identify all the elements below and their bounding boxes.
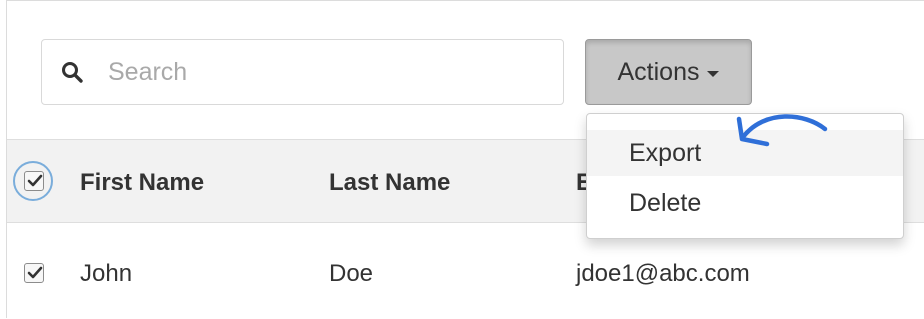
search-box[interactable] — [41, 39, 564, 105]
search-input[interactable] — [106, 54, 546, 90]
select-all-checkbox[interactable] — [24, 171, 44, 191]
row-checkbox[interactable] — [24, 263, 44, 283]
cell-last-name: Doe — [329, 260, 374, 287]
menu-item-delete[interactable]: Delete — [587, 180, 903, 226]
column-header-last-name[interactable]: Last Name — [329, 169, 450, 197]
menu-item-export[interactable]: Export — [587, 130, 903, 176]
actions-button-label: Actions — [617, 57, 700, 86]
checkmark-icon — [27, 266, 43, 279]
data-grid-panel: Actions First Name Last Name E John Doe … — [6, 0, 924, 318]
cell-email: jdoe1@abc.com — [576, 260, 750, 287]
column-header-first-name[interactable]: First Name — [80, 169, 204, 197]
search-icon — [62, 62, 83, 83]
caret-down-icon — [707, 70, 720, 77]
cell-first-name: John — [80, 260, 133, 287]
actions-dropdown-menu: Export Delete — [586, 113, 904, 239]
checkmark-icon — [27, 174, 43, 187]
actions-dropdown-button[interactable]: Actions — [585, 39, 752, 105]
